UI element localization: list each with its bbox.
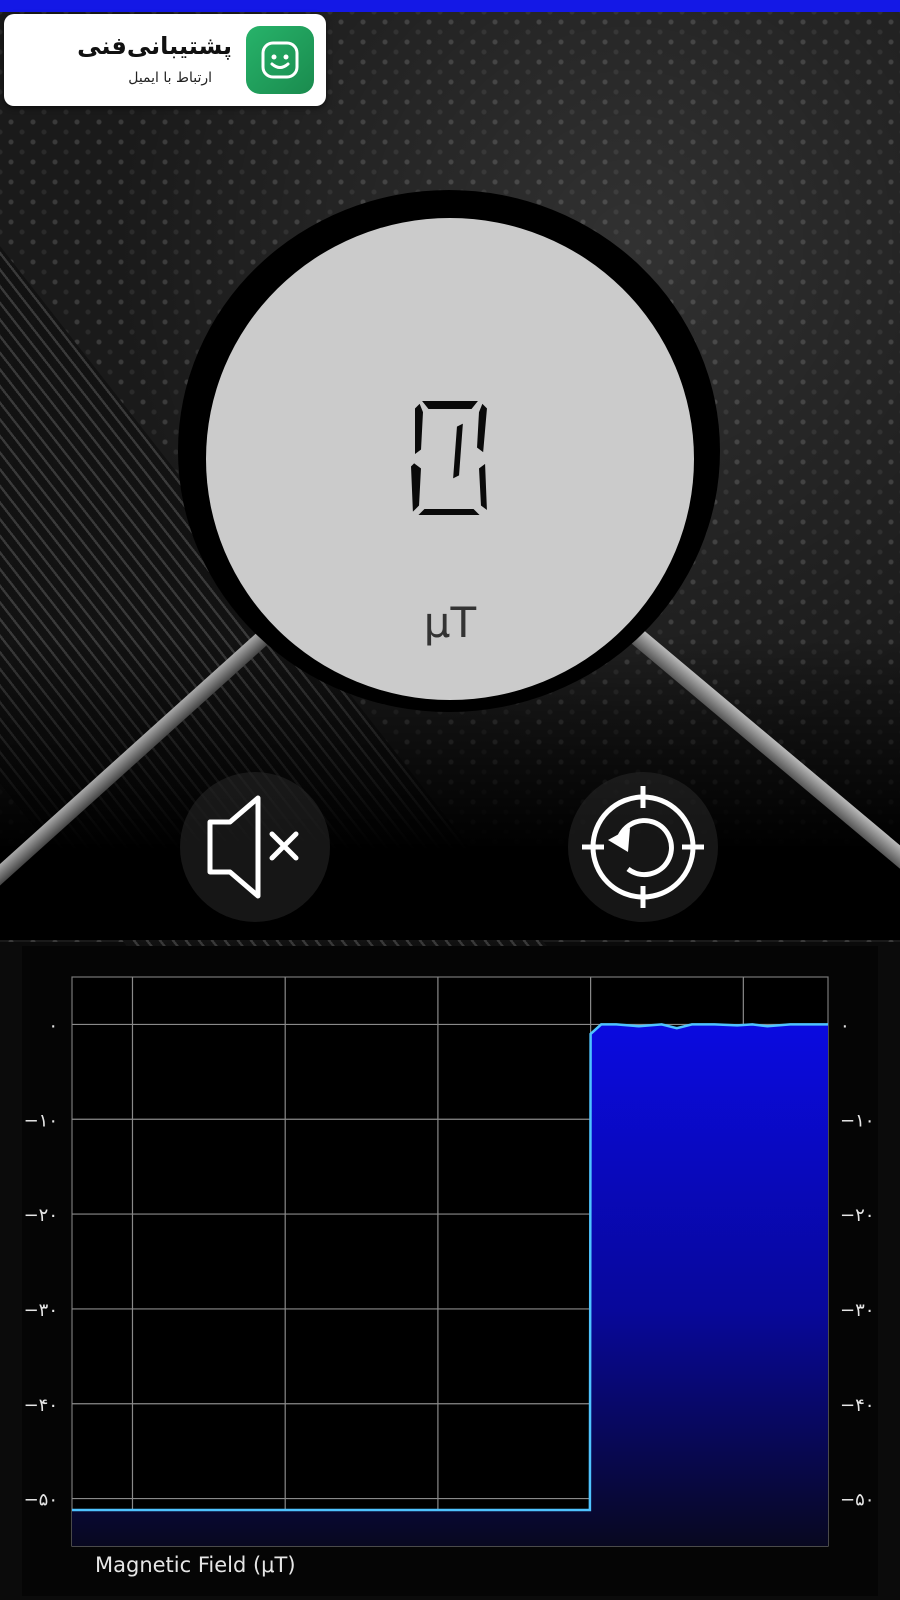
y-tick-label-right: −۳۰: [840, 1300, 874, 1321]
y-tick-label-right: −۲۰: [840, 1205, 874, 1226]
y-tick-label-left: −۳۰: [24, 1300, 58, 1321]
y-tick-label-right: −۴۰: [840, 1395, 874, 1416]
y-tick-label-left: −۴۰: [24, 1395, 58, 1416]
y-tick-label-left: ۰: [48, 1015, 58, 1036]
y-tick-label-left: −۱۰: [24, 1110, 58, 1131]
chart-canvas: ۰ ۰ −۱۰ −۱۰ −۲۰ −۲۰ −۳۰ −۳۰ −۴۰ −۴۰ −۵۰ −۵۰: [24, 976, 874, 1547]
y-tick-label-right: −۵۰: [840, 1490, 874, 1511]
y-tick-label-left: −۵۰: [24, 1490, 58, 1511]
y-tick-label-right: −۱۰: [840, 1110, 874, 1131]
y-tick-label-left: −۲۰: [24, 1205, 58, 1226]
y-tick-label-right: ۰: [840, 1015, 850, 1036]
x-axis-label: Magnetic Field (μT): [95, 1553, 296, 1577]
